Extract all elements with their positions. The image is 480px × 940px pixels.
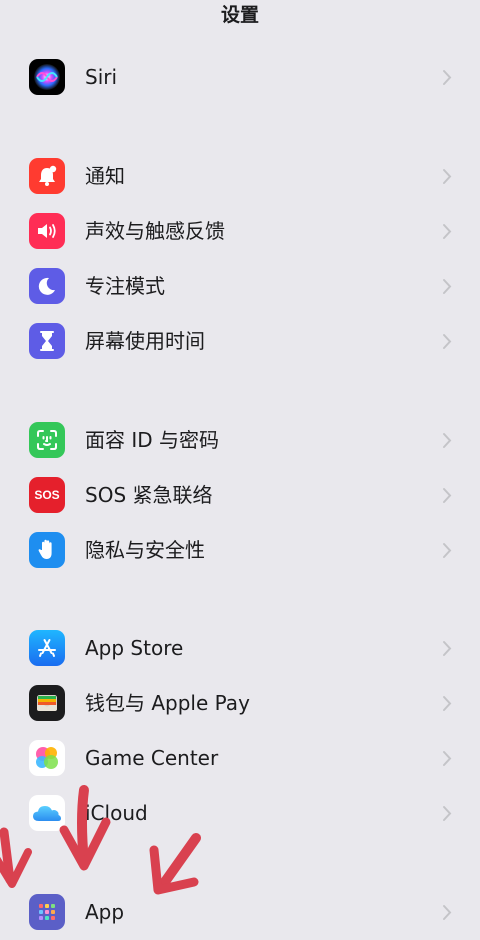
chevron-right-icon	[443, 641, 452, 656]
settings-row-apps[interactable]: App	[0, 885, 480, 940]
bell-icon	[29, 158, 65, 194]
row-label: 屏幕使用时间	[85, 329, 205, 353]
app-grid-icon	[29, 894, 65, 930]
settings-row-sounds[interactable]: 声效与触感反馈	[0, 204, 480, 259]
siri-icon	[29, 59, 65, 95]
settings-row-face-id[interactable]: 面容 ID 与密码	[0, 413, 480, 468]
settings-row-emergency-sos[interactable]: SOS SOS 紧急联络	[0, 468, 480, 523]
row-label: SOS 紧急联络	[85, 483, 213, 507]
wallet-icon	[29, 685, 65, 721]
chevron-right-icon	[443, 905, 452, 920]
chevron-right-icon	[443, 806, 452, 821]
settings-row-focus[interactable]: 专注模式	[0, 259, 480, 314]
app-store-icon	[29, 630, 65, 666]
settings-row-screen-time[interactable]: 屏幕使用时间	[0, 314, 480, 369]
chevron-right-icon	[443, 70, 452, 85]
sos-icon: SOS	[29, 477, 65, 513]
cloud-icon	[29, 795, 65, 831]
settings-row-wallet[interactable]: 钱包与 Apple Pay	[0, 676, 480, 731]
settings-row-game-center[interactable]: Game Center	[0, 731, 480, 786]
hand-icon	[29, 532, 65, 568]
annotation-arrow-right-head	[149, 845, 199, 895]
face-id-icon	[29, 422, 65, 458]
chevron-right-icon	[443, 169, 452, 184]
annotation-arrow-right	[157, 833, 201, 891]
speaker-icon	[29, 213, 65, 249]
row-label: App Store	[85, 636, 184, 660]
row-label: iCloud	[85, 801, 148, 825]
chevron-right-icon	[443, 224, 452, 239]
row-label: 钱包与 Apple Pay	[85, 691, 250, 715]
settings-row-icloud[interactable]: iCloud	[0, 786, 480, 841]
row-label: 声效与触感反馈	[85, 219, 225, 243]
annotation-arrow-left-head	[0, 848, 32, 888]
chevron-right-icon	[443, 696, 452, 711]
chevron-right-icon	[443, 488, 452, 503]
row-label: 面容 ID 与密码	[85, 428, 220, 452]
moon-icon	[29, 268, 65, 304]
settings-row-notifications[interactable]: 通知	[0, 149, 480, 204]
page-title: 设置	[220, 4, 259, 26]
chevron-right-icon	[443, 751, 452, 766]
game-center-icon	[29, 740, 65, 776]
hourglass-icon	[29, 323, 65, 359]
chevron-right-icon	[443, 279, 452, 294]
chevron-right-icon	[443, 433, 452, 448]
chevron-right-icon	[443, 334, 452, 349]
settings-row-privacy[interactable]: 隐私与安全性	[0, 523, 480, 578]
settings-row-siri[interactable]: Siri	[0, 50, 480, 105]
row-label: App	[85, 900, 125, 924]
row-label: 通知	[85, 164, 125, 188]
row-label: Game Center	[85, 746, 219, 770]
settings-row-app-store[interactable]: App Store	[0, 621, 480, 676]
sos-icon-text: SOS	[34, 488, 60, 502]
row-label: Siri	[85, 65, 118, 89]
row-label: 专注模式	[85, 274, 165, 298]
row-label: 隐私与安全性	[85, 538, 205, 562]
chevron-right-icon	[443, 543, 452, 558]
